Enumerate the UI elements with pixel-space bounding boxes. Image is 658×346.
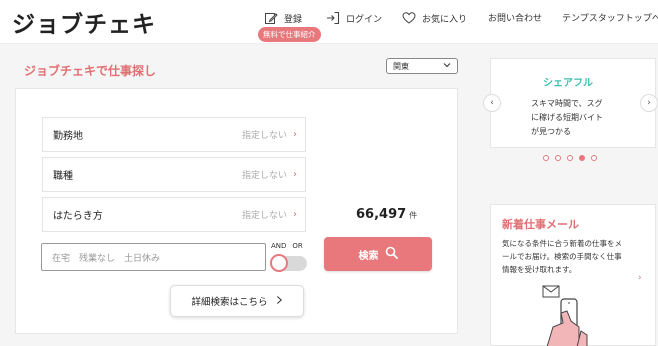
filter-occupation[interactable]: 職種 指定しない › (42, 157, 306, 192)
site-logo[interactable]: ジョブチェキ (12, 5, 156, 39)
page-title: ジョブチェキで仕事探し (24, 64, 157, 78)
edit-icon (264, 11, 278, 25)
mail-card-title: 新着仕事メール (502, 218, 579, 231)
new-job-mail-card[interactable]: 新着仕事メール 気になる条件に合う新着の仕事をメ ールでお届け。検索の手間なく仕… (490, 204, 656, 346)
carousel-dot[interactable] (579, 155, 585, 161)
keyword-input[interactable]: 在宅 残業なし 土日休み (41, 243, 266, 271)
and-or-labels: AND OR (271, 242, 303, 250)
banner-text: スキマ時間で、スグ に稼げる短期バイト が見つかる (531, 97, 603, 139)
filter-occupation-label: 職種 (53, 171, 73, 182)
carousel-dot[interactable] (543, 155, 549, 161)
search-button-label: 検索 (358, 250, 379, 262)
result-count-unit: 件 (409, 211, 418, 220)
filter-location-label: 勤務地 (53, 131, 83, 142)
chevron-right-icon (276, 295, 283, 308)
mail-line-3: 情報を受け取れます。 (502, 265, 577, 274)
search-icon (385, 246, 398, 262)
nav-contact-label: お問い合わせ (488, 14, 543, 24)
filter-occupation-hint: 指定しない (241, 171, 287, 181)
filter-workstyle-label: はたらき方 (53, 211, 103, 222)
nav-staff-top[interactable]: テンプスタッフトップへ (562, 11, 658, 24)
result-count: 66,497 件 (356, 207, 417, 222)
nav-login[interactable]: ログイン (326, 11, 382, 25)
filter-location[interactable]: 勤務地 指定しない › (42, 117, 306, 152)
carousel-dot[interactable] (567, 155, 573, 161)
filter-workstyle[interactable]: はたらき方 指定しない › (42, 197, 306, 232)
mail-line-2: ールでお届け。検索の手間なく仕事 (502, 252, 622, 261)
login-icon (326, 11, 340, 25)
chevron-down-icon (443, 61, 451, 71)
heart-icon (402, 11, 416, 25)
chevron-right-icon: › (293, 209, 297, 220)
or-label: OR (292, 242, 303, 250)
filter-location-hint: 指定しない (241, 131, 287, 141)
chevron-right-icon: › (638, 273, 642, 283)
shareful-banner[interactable]: シェアフル スキマ時間で、スグ に稼げる短期バイト が見つかる (490, 58, 656, 148)
advanced-search-label: 詳細検索はこちら (191, 297, 268, 308)
banner-line-3: が見つかる (531, 127, 571, 136)
and-label: AND (271, 242, 287, 250)
banner-title: シェアフル (543, 78, 593, 89)
advanced-search-button[interactable]: 詳細検索はこちら (170, 285, 304, 317)
phone-mail-illustration (527, 283, 607, 346)
search-button[interactable]: 検索 (324, 237, 432, 271)
mail-line-1: 気になる条件に合う新着の仕事をメ (502, 239, 622, 248)
nav-favorites[interactable]: お気に入り (402, 11, 467, 25)
nav-login-label: ログイン (346, 14, 383, 25)
register-badge[interactable]: 無料で仕事紹介 (258, 27, 321, 42)
carousel-next-button[interactable]: › (640, 94, 658, 112)
toggle-knob (270, 254, 288, 272)
carousel-prev-button[interactable]: ‹ (483, 94, 501, 112)
banner-line-1: スキマ時間で、スグ (531, 99, 603, 108)
result-count-number: 66,497 (356, 207, 407, 222)
filter-workstyle-hint: 指定しない (241, 211, 287, 221)
carousel-dot[interactable] (591, 155, 597, 161)
carousel-dot[interactable] (555, 155, 561, 161)
area-select[interactable]: 関東 (386, 58, 458, 74)
nav-contact[interactable]: お問い合わせ (488, 11, 542, 24)
mail-card-text: 気になる条件に合う新着の仕事をメ ールでお届け。検索の手間なく仕事 情報を受け取… (502, 237, 644, 276)
search-panel: 勤務地 指定しない › 職種 指定しない › はたらき方 指定しない › 66,… (15, 88, 458, 334)
nav-favorites-label: お気に入り (422, 14, 468, 25)
area-select-value: 関東 (393, 61, 409, 71)
nav-register-label: 登録 (284, 14, 303, 25)
chevron-right-icon: › (293, 169, 297, 180)
site-header: ジョブチェキ 登録 無料で仕事紹介 ログイン お気に入り お問い合わせ テンプス… (0, 0, 658, 44)
nav-staff-top-label: テンプスタッフトップへ (562, 14, 658, 24)
banner-line-2: に稼げる短期バイト (531, 113, 603, 122)
nav-register[interactable]: 登録 (264, 11, 302, 25)
chevron-right-icon: › (293, 129, 297, 140)
carousel-dots (543, 155, 597, 161)
and-or-toggle[interactable] (270, 254, 307, 272)
